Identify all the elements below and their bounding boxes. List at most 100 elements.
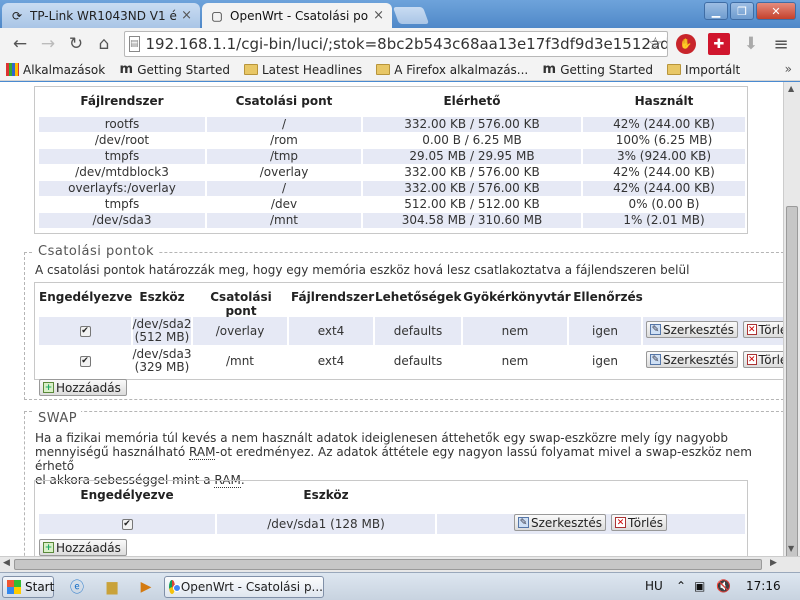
table-cell: /dev: [207, 197, 361, 212]
add-mountpoint-button[interactable]: + Hozzáadás: [39, 379, 127, 396]
bookmark-latest-headlines[interactable]: Latest Headlines: [244, 63, 362, 77]
start-button[interactable]: Start: [2, 576, 54, 598]
table-cell: 1% (2.01 MB): [583, 213, 745, 228]
edit-icon: ✎: [650, 354, 661, 365]
horizontal-scroll-thumb[interactable]: [14, 559, 762, 570]
enabled-checkbox[interactable]: ✔: [121, 518, 133, 530]
table-row: /dev/root/rom 0.00 B / 6.25 MB 100% (6.25 …: [35, 133, 747, 149]
mp-header-options: Lehetőségek: [375, 290, 462, 304]
horizontal-scrollbar[interactable]: ◀ ▶: [0, 556, 800, 572]
mp-row1-fs: ext4: [289, 317, 373, 345]
scroll-left-icon[interactable]: ◀: [3, 558, 10, 568]
chrome-icon: [169, 580, 181, 594]
mp-header-device: Eszköz: [139, 290, 185, 304]
bookmark-apps[interactable]: Alkalmazások: [6, 63, 105, 77]
table-cell: /dev/sda3: [39, 213, 205, 228]
add-swap-button[interactable]: + Hozzáadás: [39, 539, 127, 556]
reload-icon[interactable]: ↻: [62, 31, 90, 57]
swap-delete-button[interactable]: ✕ Törlés: [611, 514, 667, 531]
home-icon[interactable]: ⌂: [90, 31, 118, 57]
bookmark-getting-started-2[interactable]: m Getting Started: [542, 62, 654, 77]
enabled-checkbox[interactable]: ✔: [79, 355, 91, 367]
device-size: (512 MB): [134, 330, 190, 344]
mp-header-check: Ellenőrzés: [573, 290, 643, 304]
apps-grid-icon: [6, 63, 19, 76]
bookmark-getting-started[interactable]: m Getting Started: [119, 62, 230, 77]
delete-label: Törlés: [627, 515, 663, 530]
swap-row1-enabled: ✔: [39, 514, 215, 534]
table-cell: 42% (244.00 KB): [583, 181, 745, 196]
network-icon[interactable]: ▣: [694, 579, 705, 593]
table-cell: /rom: [207, 133, 361, 148]
table-row: rootfs/332.00 KB / 576.00 KB 42% (244.00 …: [35, 117, 747, 133]
add-icon: +: [43, 542, 54, 553]
window-controls: ▁ ❐ ✕: [704, 2, 796, 20]
swap-edit-button[interactable]: ✎ Szerkesztés: [514, 514, 606, 531]
forward-icon[interactable]: →: [34, 31, 62, 57]
bookmark-firefox[interactable]: A Firefox alkalmazás...: [376, 63, 528, 77]
download-icon[interactable]: ⬇: [740, 33, 762, 55]
bookmark-label: Importált: [685, 62, 741, 77]
mountpoints-description: A csatolási pontok határozzák meg, hogy …: [35, 263, 690, 277]
delete-icon: ✕: [747, 354, 757, 365]
mp-row2-root: nem: [501, 353, 529, 368]
taskbar-item-chrome[interactable]: OpenWrt - Csatolási p...: [164, 576, 324, 598]
vertical-scrollbar[interactable]: ▲ ▼: [783, 82, 800, 576]
tab-tplink[interactable]: ⟳ TP-Link WR1043ND V1 és ×: [2, 3, 200, 28]
table-cell: 332.00 KB / 576.00 KB: [363, 165, 581, 180]
address-bar[interactable]: ▤ 192.168.1.1/cgi-bin/luci/;stok=8bc2b54…: [124, 31, 668, 57]
mp-row1-check: igen: [569, 317, 641, 345]
ie-icon[interactable]: ⓔ: [68, 578, 86, 596]
volume-muted-icon[interactable]: 🔇: [716, 579, 731, 593]
tab-openwrt[interactable]: ▢ OpenWrt - Csatolási ponto ×: [202, 3, 392, 28]
folder-icon: [244, 64, 258, 75]
star-icon[interactable]: ☆: [648, 34, 663, 54]
bookmarks-more-icon[interactable]: »: [785, 62, 792, 76]
table-cell: rootfs: [39, 117, 205, 132]
menu-icon[interactable]: ≡: [770, 33, 792, 55]
clock[interactable]: 17:16: [746, 579, 781, 593]
adblock-icon[interactable]: ✋: [676, 34, 696, 54]
language-indicator[interactable]: HU: [645, 579, 663, 593]
enabled-checkbox[interactable]: ✔: [79, 325, 91, 337]
close-icon[interactable]: ×: [373, 8, 384, 23]
minimize-icon[interactable]: ▁: [704, 2, 728, 20]
close-window-icon[interactable]: ✕: [756, 2, 796, 20]
taskbar: Start ⓔ ▆ ▶ OpenWrt - Csatolási p... HU …: [0, 572, 800, 600]
close-icon[interactable]: ×: [181, 8, 192, 23]
restore-icon[interactable]: ❐: [730, 2, 754, 20]
edit-button[interactable]: ✎ Szerkesztés: [646, 351, 738, 368]
delete-button[interactable]: ✕Törlés: [743, 351, 783, 368]
table-cell: /mnt: [207, 213, 361, 228]
fs-header-filesystem: Fájlrendszer: [80, 94, 164, 108]
swap-legend: SWAP: [34, 411, 82, 426]
extension-icon[interactable]: ✚: [708, 33, 730, 55]
bookmark-imported[interactable]: Importált: [667, 63, 740, 77]
swap-desc-line1: Ha a fizikai memória túl kevés a nem has…: [35, 431, 729, 445]
bookmark-label: Getting Started: [560, 62, 654, 77]
scroll-right-icon[interactable]: ▶: [770, 558, 777, 568]
folder-icon: [376, 64, 391, 75]
table-cell: 42% (244.00 KB): [583, 117, 745, 132]
explorer-folder-icon[interactable]: ▆: [103, 578, 121, 596]
text: mennyiségű használható: [35, 445, 190, 459]
vertical-scroll-thumb[interactable]: [786, 206, 798, 576]
page-icon: ▢: [211, 8, 223, 23]
delete-button[interactable]: ✕Törlés: [743, 321, 783, 338]
scroll-up-icon[interactable]: ▲: [788, 84, 794, 93]
edit-label: Szerkesztés: [662, 352, 734, 367]
add-label: Hozzáadás: [56, 380, 121, 395]
scroll-down-icon[interactable]: ▼: [788, 544, 794, 553]
media-player-icon[interactable]: ▶: [137, 578, 155, 596]
table-cell: 332.00 KB / 576.00 KB: [363, 181, 581, 196]
edit-button[interactable]: ✎ Szerkesztés: [646, 321, 738, 338]
mp-row2-options: defaults: [393, 353, 443, 368]
back-icon[interactable]: ←: [6, 31, 34, 57]
mp-header-rootdir: Gyökérkönyvtár: [463, 290, 571, 304]
ram-abbr: RAM: [189, 445, 216, 460]
new-tab-button[interactable]: [392, 7, 430, 24]
swap-desc-line2: mennyiségű használható RAM-ot eredményez…: [35, 445, 780, 473]
table-row: /dev/sda3/mnt 304.58 MB / 310.60 MB 1% (2.…: [35, 213, 747, 229]
tab-label: TP-Link WR1043ND V1 és: [30, 8, 178, 23]
tray-expand-icon[interactable]: ⌃: [676, 579, 686, 593]
